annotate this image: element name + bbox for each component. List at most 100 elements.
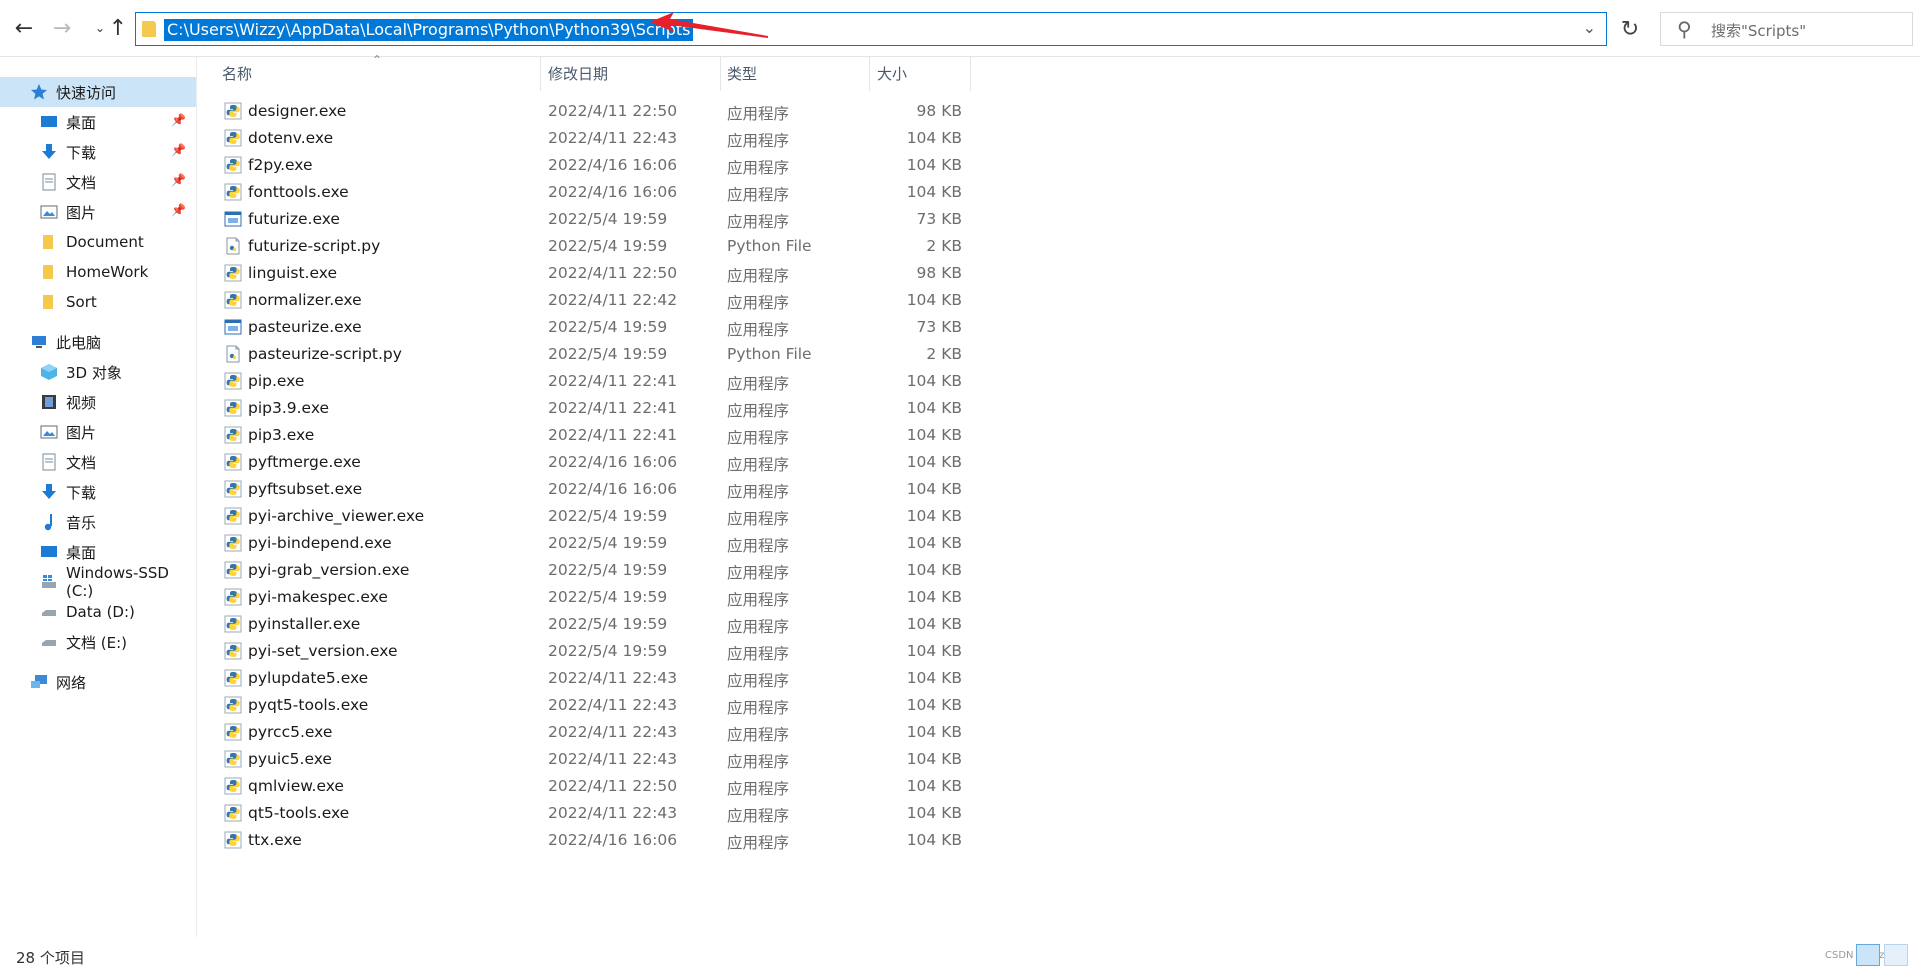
- sidebar-item-3d-objects[interactable]: 3D 对象: [0, 357, 196, 387]
- file-type: 应用程序: [727, 159, 790, 177]
- python-exe-icon: [224, 372, 242, 390]
- file-date: 2022/5/4 19:59: [548, 210, 668, 228]
- file-name: designer.exe: [248, 102, 347, 120]
- file-row[interactable]: pyuic5.exe 2022/4/11 22:43 应用程序 104 KB: [222, 746, 972, 773]
- sidebar-item-pc-pictures[interactable]: 图片: [0, 417, 196, 447]
- python-exe-icon: [224, 723, 242, 741]
- back-button[interactable]: ←: [10, 14, 38, 42]
- file-row[interactable]: fonttools.exe 2022/4/16 16:06 应用程序 104 KB: [222, 179, 972, 206]
- file-row[interactable]: dotenv.exe 2022/4/11 22:43 应用程序 104 KB: [222, 125, 972, 152]
- file-date: 2022/4/11 22:43: [548, 129, 678, 147]
- file-row[interactable]: pyinstaller.exe 2022/5/4 19:59 应用程序 104 KB: [222, 611, 972, 638]
- file-row[interactable]: pyi-bindepend.exe 2022/5/4 19:59 应用程序 104 K…: [222, 530, 972, 557]
- python-exe-icon: [224, 696, 242, 714]
- file-name: pip.exe: [248, 372, 305, 390]
- desktop-icon: [40, 113, 58, 131]
- sidebar-item-label: 文档: [66, 453, 97, 472]
- file-row[interactable]: pyi-grab_version.exe 2022/5/4 19:59 应用程序 10…: [222, 557, 972, 584]
- file-name: pyrcc5.exe: [248, 723, 333, 741]
- file-row[interactable]: futurize.exe 2022/5/4 19:59 应用程序 73 KB: [222, 206, 972, 233]
- column-divider[interactable]: [720, 57, 721, 91]
- file-row[interactable]: pasteurize.exe 2022/5/4 19:59 应用程序 73 KB: [222, 314, 972, 341]
- column-header-type[interactable]: 类型: [727, 57, 757, 91]
- sidebar-item-document-folder[interactable]: Document: [0, 227, 196, 257]
- sidebar-item-sort-folder[interactable]: Sort: [0, 287, 196, 317]
- column-divider[interactable]: [869, 57, 870, 91]
- sidebar-item-videos[interactable]: 视频: [0, 387, 196, 417]
- column-divider[interactable]: [970, 57, 971, 91]
- annotation-arrow-icon: [650, 12, 768, 38]
- column-divider[interactable]: [540, 57, 541, 91]
- file-row[interactable]: pip3.9.exe 2022/4/11 22:41 应用程序 104 KB: [222, 395, 972, 422]
- address-history-dropdown[interactable]: ⌄: [1583, 18, 1596, 37]
- details-view-button[interactable]: [1856, 944, 1880, 966]
- sidebar-item-pc-documents[interactable]: 文档: [0, 447, 196, 477]
- file-name: pyi-set_version.exe: [248, 642, 398, 660]
- sidebar-item-homework-folder[interactable]: HomeWork: [0, 257, 196, 287]
- file-row[interactable]: normalizer.exe 2022/4/11 22:42 应用程序 104 KB: [222, 287, 972, 314]
- address-bar[interactable]: C:\Users\Wizzy\AppData\Local\Programs\Py…: [135, 12, 1607, 46]
- file-type: 应用程序: [727, 429, 790, 447]
- column-header-name[interactable]: 名称: [222, 57, 252, 91]
- file-row[interactable]: qmlview.exe 2022/4/11 22:50 应用程序 104 KB: [222, 773, 972, 800]
- file-row[interactable]: pyftmerge.exe 2022/4/16 16:06 应用程序 104 KB: [222, 449, 972, 476]
- column-header-size[interactable]: 大小: [877, 57, 907, 91]
- file-type: 应用程序: [727, 186, 790, 204]
- sidebar-item-drive-e[interactable]: 文档 (E:): [0, 627, 196, 657]
- star-icon: [30, 83, 48, 101]
- file-row[interactable]: qt5-tools.exe 2022/4/11 22:43 应用程序 104 KB: [222, 800, 972, 827]
- file-row[interactable]: f2py.exe 2022/4/16 16:06 应用程序 104 KB: [222, 152, 972, 179]
- large-icons-view-button[interactable]: [1884, 944, 1908, 966]
- address-path-text[interactable]: C:\Users\Wizzy\AppData\Local\Programs\Py…: [164, 19, 694, 41]
- file-name: linguist.exe: [248, 264, 337, 282]
- refresh-button[interactable]: ↻: [1612, 14, 1648, 44]
- sidebar-item-drive-d[interactable]: Data (D:): [0, 597, 196, 627]
- picture-icon: [40, 423, 58, 441]
- sidebar-item-quick-access[interactable]: 快速访问: [0, 77, 196, 107]
- file-row[interactable]: futurize-script.py 2022/5/4 19:59 Python F…: [222, 233, 972, 260]
- up-button[interactable]: ↑: [104, 14, 132, 42]
- file-row[interactable]: pylupdate5.exe 2022/4/11 22:43 应用程序 104 KB: [222, 665, 972, 692]
- music-note-icon: [40, 513, 58, 531]
- search-box[interactable]: ⚲ 搜索"Scripts": [1660, 12, 1913, 46]
- forward-button[interactable]: →: [48, 14, 76, 42]
- file-row[interactable]: pasteurize-script.py 2022/5/4 19:59 Python…: [222, 341, 972, 368]
- pin-icon: 📌: [171, 113, 186, 127]
- python-exe-icon: [224, 777, 242, 795]
- file-row[interactable]: pyi-archive_viewer.exe 2022/5/4 19:59 应用程序…: [222, 503, 972, 530]
- file-row[interactable]: designer.exe 2022/4/11 22:50 应用程序 98 KB: [222, 98, 972, 125]
- chevron-down-icon: ⌄: [1582, 18, 1596, 37]
- file-row[interactable]: pyrcc5.exe 2022/4/11 22:43 应用程序 104 KB: [222, 719, 972, 746]
- sidebar-item-documents[interactable]: 文档 📌: [0, 167, 196, 197]
- file-type: 应用程序: [727, 780, 790, 798]
- file-row[interactable]: pyftsubset.exe 2022/4/16 16:06 应用程序 104 KB: [222, 476, 972, 503]
- sidebar-item-pc-desktop[interactable]: 桌面: [0, 537, 196, 567]
- sidebar-item-network[interactable]: 网络: [0, 667, 196, 697]
- sidebar-item-downloads[interactable]: 下载 📌: [0, 137, 196, 167]
- sidebar-item-pictures[interactable]: 图片 📌: [0, 197, 196, 227]
- file-size: 104 KB: [906, 615, 962, 633]
- file-type: 应用程序: [727, 321, 790, 339]
- refresh-icon: ↻: [1620, 16, 1640, 42]
- column-header-date[interactable]: 修改日期: [548, 57, 608, 91]
- file-row[interactable]: pip.exe 2022/4/11 22:41 应用程序 104 KB: [222, 368, 972, 395]
- file-row[interactable]: ttx.exe 2022/4/16 16:06 应用程序 104 KB: [222, 827, 972, 854]
- file-row[interactable]: linguist.exe 2022/4/11 22:50 应用程序 98 KB: [222, 260, 972, 287]
- python-exe-icon: [224, 561, 242, 579]
- sort-ascending-icon: ⌃: [372, 53, 383, 67]
- file-name: pyi-archive_viewer.exe: [248, 507, 425, 525]
- file-row[interactable]: pyi-set_version.exe 2022/5/4 19:59 应用程序 104…: [222, 638, 972, 665]
- sidebar-item-pc-downloads[interactable]: 下载: [0, 477, 196, 507]
- file-size: 104 KB: [906, 156, 962, 174]
- file-row[interactable]: pyi-makespec.exe 2022/5/4 19:59 应用程序 104 KB: [222, 584, 972, 611]
- sidebar-item-desktop[interactable]: 桌面 📌: [0, 107, 196, 137]
- python-exe-icon: [224, 588, 242, 606]
- file-row[interactable]: pip3.exe 2022/4/11 22:41 应用程序 104 KB: [222, 422, 972, 449]
- sidebar-item-label: 下载: [66, 483, 97, 502]
- sidebar-item-this-pc[interactable]: 此电脑: [0, 327, 196, 357]
- sidebar-item-drive-c[interactable]: Windows-SSD (C:): [0, 564, 196, 600]
- sidebar-item-music[interactable]: 音乐: [0, 507, 196, 537]
- file-row[interactable]: pyqt5-tools.exe 2022/4/11 22:43 应用程序 104 KB: [222, 692, 972, 719]
- python-exe-icon: [224, 507, 242, 525]
- sidebar-item-label: 网络: [56, 673, 87, 692]
